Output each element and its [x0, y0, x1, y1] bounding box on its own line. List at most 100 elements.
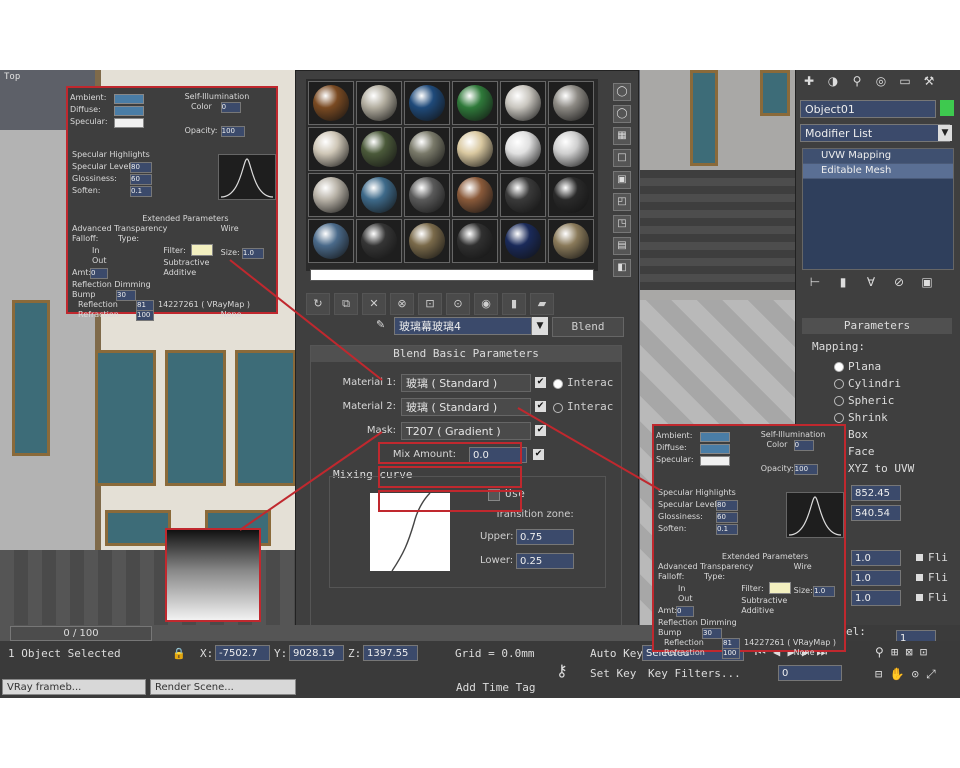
material-slot[interactable]	[548, 173, 594, 217]
material-slot[interactable]	[452, 219, 498, 263]
viewport-nav-icons[interactable]: ⚲ ⊞ ⊠ ⊡	[875, 645, 927, 659]
side-tool-icon[interactable]: □	[613, 149, 631, 167]
material-slot[interactable]	[404, 173, 450, 217]
callout-spinner[interactable]: 60	[716, 512, 738, 523]
material1-checkbox[interactable]: ✔	[535, 377, 546, 388]
blend-panel-title[interactable]: Blend Basic Parameters	[311, 346, 621, 362]
modifier-list-dropdown[interactable]: Modifier List	[800, 124, 950, 142]
callout-spinner[interactable]: 0.1	[130, 186, 152, 197]
mask-button[interactable]: T207 ( Gradient )	[401, 422, 531, 440]
tile-spinner[interactable]: 1.0	[851, 570, 901, 586]
stack-tool-icon[interactable]: ▮	[834, 275, 852, 291]
viewport-nav-icons[interactable]: ⊟ ✋ ⊙ ⤢	[875, 667, 936, 682]
material-slot[interactable]	[308, 173, 354, 217]
material-slot[interactable]	[308, 127, 354, 171]
command-tab-icon[interactable]: ◑	[824, 74, 842, 90]
tile-spinner[interactable]: 1.0	[851, 550, 901, 566]
command-tab-icon[interactable]: ▭	[896, 74, 914, 90]
color-swatch[interactable]	[114, 94, 144, 104]
material-slot[interactable]	[356, 81, 402, 125]
parameters-rollout-title[interactable]: Parameters	[802, 318, 952, 334]
callout-spinner[interactable]: 100	[136, 310, 154, 321]
set-key-button[interactable]: Set Key	[590, 667, 636, 680]
y-coordinate-field[interactable]: 9028.19	[289, 645, 344, 661]
callout-spinner[interactable]: 60	[130, 174, 152, 185]
side-tool-icon[interactable]: ▦	[613, 127, 631, 145]
modifier-stack-item[interactable]: UVW Mapping	[803, 149, 953, 164]
object-color-swatch[interactable]	[940, 100, 954, 116]
side-tool-icon[interactable]: ▣	[613, 171, 631, 189]
material-slot[interactable]	[500, 81, 546, 125]
flip-checkbox[interactable]	[916, 554, 923, 561]
edit-tool-icon[interactable]: ⊗	[390, 293, 414, 315]
material-slot[interactable]	[548, 219, 594, 263]
edit-tool-icon[interactable]: ✕	[362, 293, 386, 315]
width-spinner[interactable]: 540.54	[851, 505, 901, 521]
material-slot[interactable]	[452, 173, 498, 217]
material-slot[interactable]	[452, 127, 498, 171]
taskbar-vray[interactable]: VRay frameb...	[2, 679, 146, 695]
callout-spinner[interactable]: 100	[722, 648, 740, 659]
material1-interactive-radio[interactable]	[553, 379, 563, 389]
current-frame-field[interactable]: 0	[778, 665, 842, 681]
material-slot[interactable]	[308, 81, 354, 125]
mapping-radio[interactable]	[834, 362, 844, 372]
callout-spinner[interactable]: 80	[716, 500, 738, 511]
side-tool-icon[interactable]: ◳	[613, 215, 631, 233]
stack-tool-icon[interactable]: ∀	[862, 275, 880, 291]
command-tab-icon[interactable]: ⚲	[848, 74, 866, 90]
edit-tool-icon[interactable]: ⊡	[418, 293, 442, 315]
edit-tool-icon[interactable]: ⊙	[446, 293, 470, 315]
material-slot[interactable]	[500, 173, 546, 217]
color-swatch[interactable]	[700, 432, 730, 442]
edit-tool-icon[interactable]: ⧉	[334, 293, 358, 315]
mix-amount-map-button[interactable]: ✔	[533, 449, 544, 460]
command-tab-icon[interactable]: ✚	[800, 74, 818, 90]
side-tool-icon[interactable]: ▤	[613, 237, 631, 255]
callout-spinner[interactable]: 80	[130, 162, 152, 173]
color-swatch[interactable]	[114, 118, 144, 128]
lock-icon[interactable]: 🔒	[172, 647, 186, 660]
x-coordinate-field[interactable]: -7502.7	[215, 645, 270, 661]
material-slot[interactable]	[452, 81, 498, 125]
stack-tool-icon[interactable]: ⊢	[806, 275, 824, 291]
lower-spinner[interactable]: 0.25	[516, 553, 574, 569]
callout-spinner[interactable]: 1.0	[241, 248, 264, 259]
material-slot[interactable]	[548, 81, 594, 125]
color-swatch[interactable]	[700, 444, 730, 454]
edit-tool-icon[interactable]: ▮	[502, 293, 526, 315]
tile-spinner[interactable]: 1.0	[851, 590, 901, 606]
side-tool-icon[interactable]: ◯	[613, 105, 631, 123]
material2-checkbox[interactable]: ✔	[535, 401, 546, 412]
mapping-radio[interactable]	[834, 396, 844, 406]
edit-tool-icon[interactable]: ◉	[474, 293, 498, 315]
time-slider[interactable]: 0 / 100	[10, 626, 152, 641]
flip-checkbox[interactable]	[916, 594, 923, 601]
object-name-field[interactable]: Object01	[800, 100, 936, 118]
z-coordinate-field[interactable]: 1397.55	[363, 645, 418, 661]
callout-spinner[interactable]: 0	[676, 606, 694, 617]
material-slot[interactable]	[356, 173, 402, 217]
material-slot[interactable]	[404, 81, 450, 125]
slot-scrollbar[interactable]	[310, 269, 594, 281]
taskbar-render-scene[interactable]: Render Scene...	[150, 679, 296, 695]
material-slot[interactable]	[404, 127, 450, 171]
upper-spinner[interactable]: 0.75	[516, 529, 574, 545]
color-swatch[interactable]	[700, 456, 730, 466]
key-icon[interactable]: ⚷	[556, 661, 568, 680]
callout-spinner[interactable]: 0	[793, 440, 814, 451]
command-tab-icon[interactable]: ◎	[872, 74, 890, 90]
edit-tool-icon[interactable]: ↻	[306, 293, 330, 315]
eyedropper-icon[interactable]: ✎	[376, 318, 385, 331]
material-type-button[interactable]: Blend	[552, 317, 624, 337]
callout-spinner[interactable]: 1.0	[813, 586, 836, 597]
material-slot[interactable]	[356, 127, 402, 171]
material1-button[interactable]: 玻璃 ( Standard )	[401, 374, 531, 392]
side-tool-icon[interactable]: ◧	[613, 259, 631, 277]
mapping-radio[interactable]	[834, 379, 844, 389]
material-name-field[interactable]: 玻璃幕玻璃4	[394, 317, 532, 335]
auto-key-button[interactable]: Auto Key	[590, 647, 643, 660]
filter-color-swatch[interactable]	[191, 244, 214, 256]
viewport-label[interactable]: Top	[4, 72, 20, 82]
modifier-stack-item[interactable]: Editable Mesh	[803, 164, 953, 179]
